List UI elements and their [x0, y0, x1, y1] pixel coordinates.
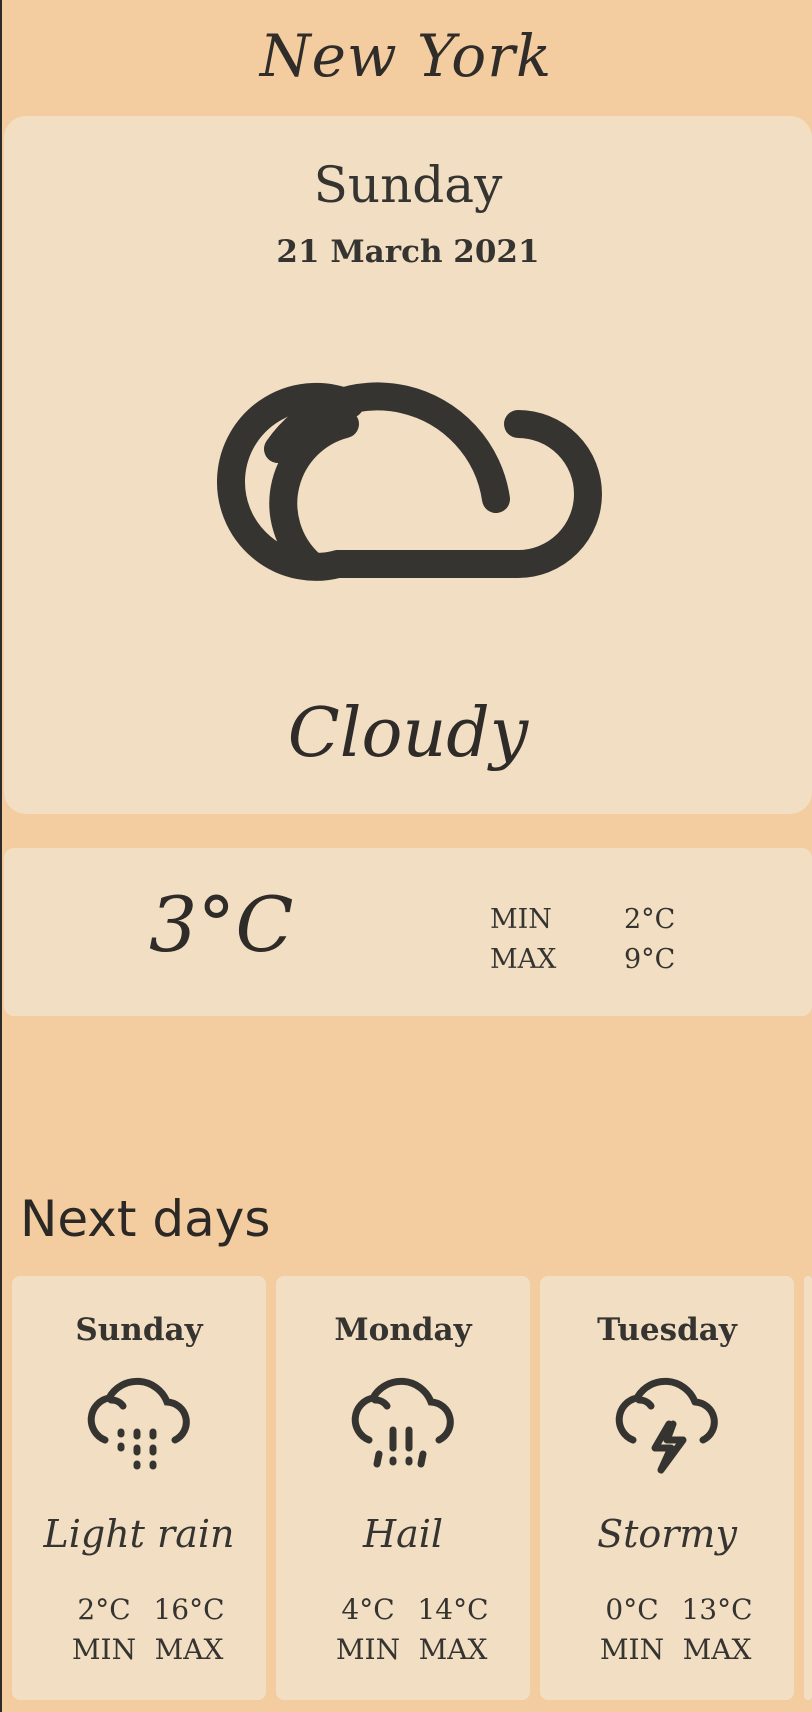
next-days-title: Next days	[20, 1190, 271, 1248]
today-card: Sunday 21 March 2021 Cloudy	[4, 116, 812, 814]
forecast-condition: Hail	[362, 1512, 444, 1556]
city-title: New York	[259, 22, 553, 90]
forecast-temps: 2°C 16°C MIN MAX	[58, 1590, 228, 1670]
forecast-max-label: MAX	[418, 1633, 488, 1666]
today-day: Sunday	[313, 156, 503, 214]
forecast-min-label: MIN	[71, 1633, 137, 1666]
window-edge	[0, 0, 2, 1712]
forecast-day: Sunday	[75, 1312, 203, 1348]
forecast-temps: 0°C 13°C MIN MAX	[586, 1590, 756, 1670]
forecast-temps: 4°C 14°C MIN MAX	[322, 1590, 492, 1670]
max-value: 9°C	[624, 944, 676, 975]
forecast-min: 0°C	[605, 1593, 659, 1626]
min-label: MIN	[490, 904, 552, 935]
today-condition: Cloudy	[287, 694, 529, 773]
forecast-card-tuesday[interactable]: Tuesday Stormy 0°C 13°C MIN MAX	[540, 1276, 794, 1700]
forecast-min-label: MIN	[599, 1633, 665, 1666]
max-label: MAX	[490, 944, 557, 975]
forecast-condition: Light rain	[43, 1512, 235, 1556]
forecast-max-label: MAX	[682, 1633, 752, 1666]
hail-icon	[351, 1377, 454, 1468]
forecast-card-sunday[interactable]: Sunday Light rain 2°C 16°C MIN MAX	[12, 1276, 266, 1700]
forecast-max: 13°C	[681, 1593, 753, 1626]
forecast-max: 14°C	[417, 1593, 489, 1626]
forecast-min: 4°C	[341, 1593, 395, 1626]
current-temperature: 3°C	[149, 880, 294, 969]
forecast-max: 16°C	[153, 1593, 225, 1626]
forecast-max-label: MAX	[154, 1633, 224, 1666]
temperature-card: 3°C MIN 2°C MAX 9°C	[4, 848, 812, 1016]
min-max-table: MIN 2°C MAX 9°C	[490, 900, 675, 980]
forecast-day: Monday	[334, 1312, 472, 1348]
forecast-day: Tuesday	[597, 1312, 737, 1348]
forecast-condition: Stormy	[597, 1512, 737, 1556]
storm-icon	[615, 1377, 718, 1474]
forecast-min: 2°C	[77, 1593, 131, 1626]
cloud-icon	[200, 344, 602, 644]
forecast-card-monday[interactable]: Monday Hail 4°C 14°C MIN MAX	[276, 1276, 530, 1700]
forecast-min-label: MIN	[335, 1633, 401, 1666]
forecast-card-next[interactable]	[804, 1276, 812, 1700]
forecast-list: Sunday Light rain 2°C 16°C MIN MAX Monda…	[12, 1276, 812, 1700]
light-rain-icon	[87, 1377, 190, 1470]
min-value: 2°C	[624, 904, 676, 935]
today-date: 21 March 2021	[276, 234, 540, 270]
